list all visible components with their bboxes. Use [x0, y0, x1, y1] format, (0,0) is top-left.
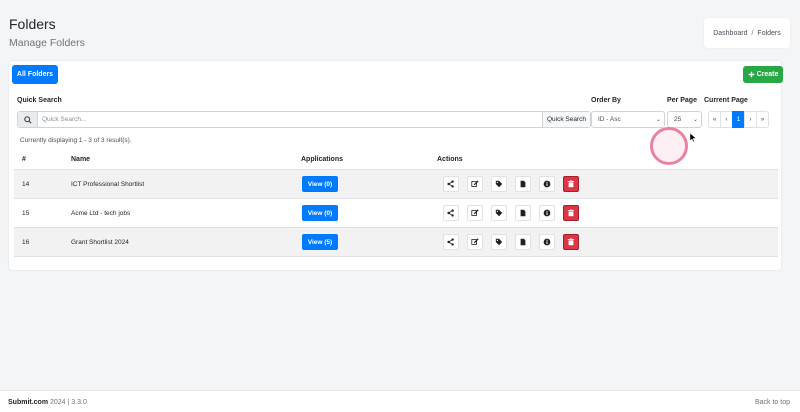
order-by-label: Order By — [591, 97, 621, 104]
info-icon — [543, 180, 551, 188]
results-count: Currently displaying 1 - 3 of 3 result(s… — [20, 137, 132, 144]
file-button[interactable] — [515, 176, 531, 192]
mouse-cursor-icon — [690, 133, 696, 142]
trash-icon — [567, 180, 575, 188]
info-button[interactable] — [539, 176, 555, 192]
trash-icon — [567, 209, 575, 217]
breadcrumb-dashboard[interactable]: Dashboard — [713, 30, 747, 37]
folders-card: All Folders Create Quick Search Order By… — [9, 61, 783, 270]
file-button[interactable] — [515, 205, 531, 221]
tag-button[interactable] — [491, 234, 507, 250]
row-id: 14 — [22, 181, 30, 188]
table-row: 15 Acme Ltd - tech jobs View (0) — [14, 199, 778, 228]
footer-brand[interactable]: Submit.com — [8, 399, 48, 406]
col-name: Name — [71, 156, 91, 163]
share-icon — [447, 180, 454, 188]
last-page-button[interactable]: » — [756, 111, 769, 128]
trash-button[interactable] — [563, 234, 579, 250]
click-indicator — [650, 127, 688, 165]
info-icon — [543, 238, 551, 246]
view-applications-button[interactable]: View (0) — [302, 205, 338, 221]
pagination: « ‹ 1 › » — [708, 111, 769, 128]
share-icon — [447, 209, 454, 217]
info-button[interactable] — [539, 234, 555, 250]
create-button-label: Create — [756, 71, 779, 78]
quick-search-input[interactable] — [38, 112, 542, 127]
tag-button[interactable] — [491, 205, 507, 221]
search-icon — [18, 112, 38, 127]
edit-button[interactable] — [467, 176, 483, 192]
table-row: 14 ICT Professional Shortlist View (0) — [14, 170, 778, 199]
file-icon — [520, 180, 526, 188]
share-button[interactable] — [443, 205, 459, 221]
share-button[interactable] — [443, 234, 459, 250]
trash-button[interactable] — [563, 205, 579, 221]
plus-icon — [748, 71, 754, 78]
footer-version: 2024 | 3.3.0 — [48, 399, 87, 406]
edit-icon — [471, 209, 479, 216]
row-id: 15 — [22, 210, 30, 217]
breadcrumb-separator: / — [751, 29, 754, 37]
current-page-label: Current Page — [704, 97, 748, 104]
all-folders-button[interactable]: All Folders — [12, 65, 58, 84]
chevron-down-icon: ⌄ — [655, 117, 661, 123]
tag-button[interactable] — [491, 176, 507, 192]
row-name: Acme Ltd - tech jobs — [71, 210, 131, 217]
trash-icon — [567, 238, 575, 246]
per-page-select[interactable]: 25 ⌄ — [667, 111, 702, 128]
tag-icon — [495, 209, 503, 217]
page-header: Folders Manage Folders Dashboard / Folde… — [0, 0, 800, 60]
create-button[interactable]: Create — [743, 66, 783, 83]
per-page-label: Per Page — [667, 97, 697, 104]
info-icon — [543, 209, 551, 217]
view-applications-button[interactable]: View (0) — [302, 176, 338, 192]
edit-button[interactable] — [467, 234, 483, 250]
info-button[interactable] — [539, 205, 555, 221]
quick-search-label: Quick Search — [17, 97, 62, 104]
page-title: Folders — [9, 16, 56, 32]
view-applications-button[interactable]: View (5) — [302, 234, 338, 250]
quick-search-button[interactable]: Quick Search — [542, 112, 590, 127]
per-page-value: 25 — [674, 116, 682, 123]
footer: Submit.com 2024 | 3.3.0 Back to top — [0, 390, 800, 412]
chevron-down-icon: ⌄ — [692, 117, 698, 123]
order-by-value: ID - Asc — [598, 116, 621, 123]
tag-icon — [495, 238, 503, 246]
page-subtitle: Manage Folders — [9, 37, 85, 49]
share-icon — [447, 238, 454, 246]
file-icon — [520, 238, 526, 246]
file-icon — [520, 209, 526, 217]
file-button[interactable] — [515, 234, 531, 250]
quick-search-group: Quick Search — [17, 111, 591, 128]
edit-button[interactable] — [467, 205, 483, 221]
edit-icon — [471, 238, 479, 245]
table-row: 16 Grant Shortlist 2024 View (5) — [14, 228, 778, 257]
back-to-top-link[interactable]: Back to top — [755, 399, 790, 406]
row-name: Grant Shortlist 2024 — [71, 239, 129, 246]
row-name: ICT Professional Shortlist — [71, 181, 145, 188]
tag-icon — [495, 180, 503, 188]
row-id: 16 — [22, 239, 30, 246]
trash-button[interactable] — [563, 176, 579, 192]
order-by-select[interactable]: ID - Asc ⌄ — [591, 111, 665, 128]
col-actions: Actions — [437, 156, 463, 163]
edit-icon — [471, 180, 479, 187]
share-button[interactable] — [443, 176, 459, 192]
col-applications: Applications — [301, 156, 344, 163]
footer-copyright: Submit.com 2024 | 3.3.0 — [8, 399, 87, 406]
breadcrumb: Dashboard / Folders — [704, 18, 790, 48]
col-id: # — [22, 156, 26, 163]
breadcrumb-folders: Folders — [757, 29, 781, 37]
